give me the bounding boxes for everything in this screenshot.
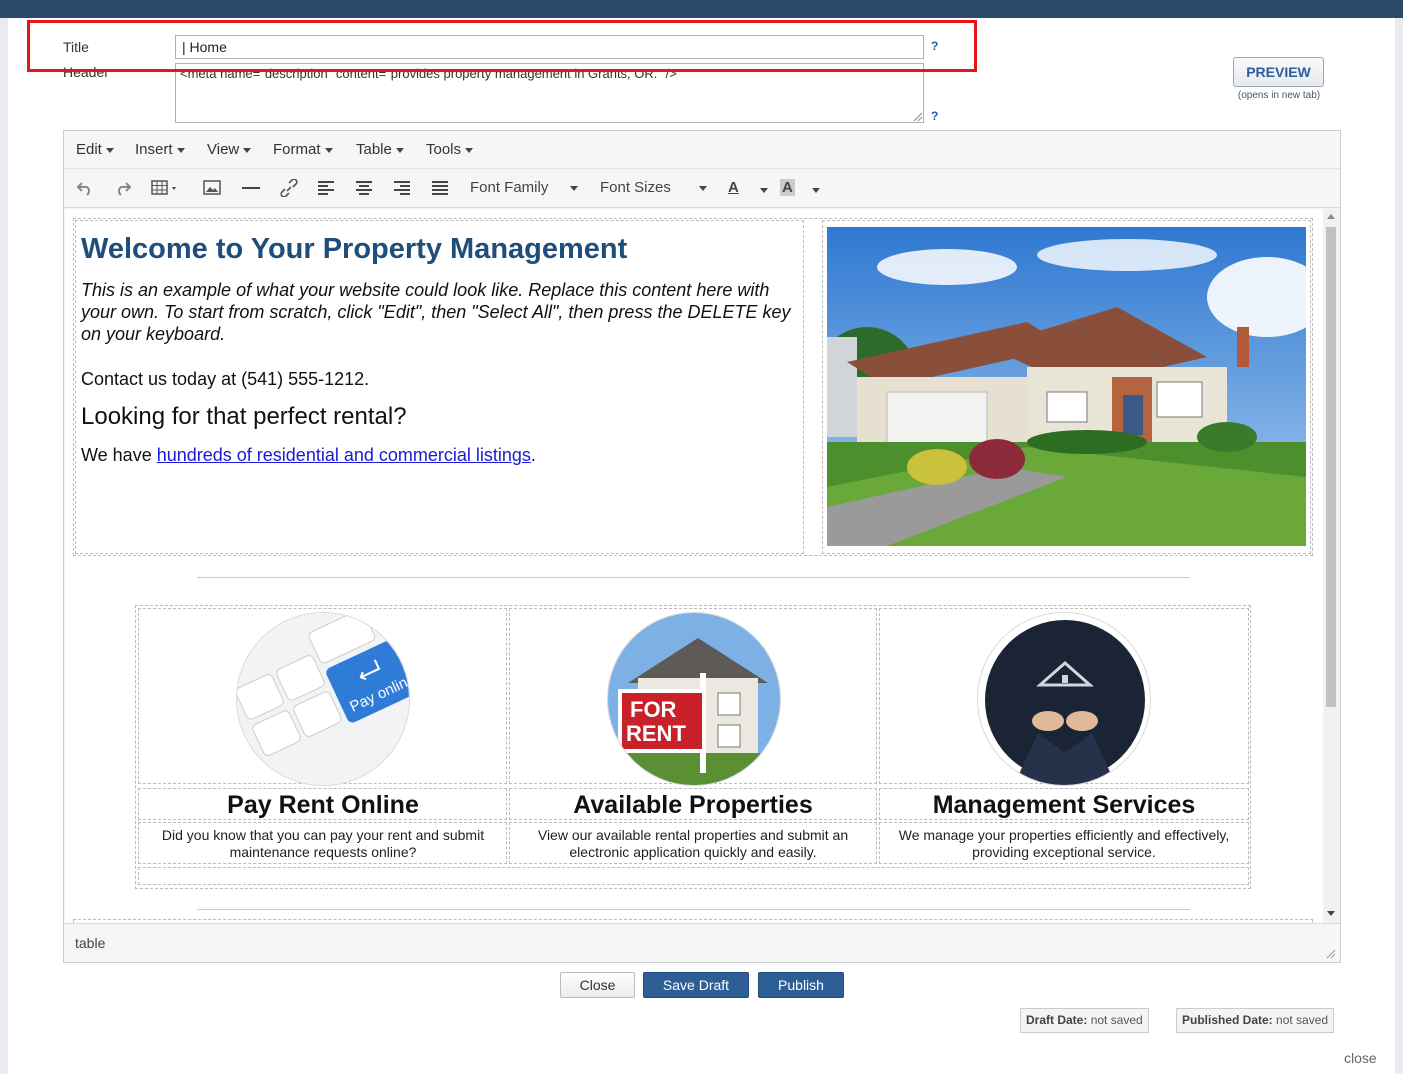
header-help-icon[interactable]: ? — [931, 109, 938, 123]
published-date-label: Published Date: — [1182, 1013, 1273, 1027]
divider-top — [197, 577, 1190, 578]
font-sizes-label: Font Sizes — [600, 179, 671, 196]
menu-edit[interactable]: Edit — [76, 141, 114, 158]
chevron-down-icon — [105, 147, 114, 153]
chevron-down-icon[interactable] — [812, 188, 820, 193]
scroll-down-icon[interactable] — [1327, 911, 1335, 916]
font-sizes-select[interactable]: Font Sizes — [600, 179, 707, 196]
feature-desc-management: We manage your properties efficiently an… — [898, 827, 1230, 860]
chevron-down-icon — [395, 147, 404, 153]
menu-view[interactable]: View — [207, 141, 252, 158]
draft-date-badge: Draft Date: not saved — [1020, 1008, 1149, 1033]
listings-paragraph: We have hundreds of residential and comm… — [81, 445, 536, 466]
title-help-icon[interactable]: ? — [931, 39, 938, 53]
contact-text: Contact us today at (541) 555-1212. — [81, 369, 370, 389]
editor-resize-icon[interactable] — [1326, 949, 1336, 959]
feature-title-management: Management Services — [932, 791, 1196, 819]
header-label: Header — [63, 64, 109, 80]
intro-text-cell: Welcome to Your Property Management This… — [75, 220, 804, 554]
preview-note: (opens in new tab) — [1237, 90, 1321, 101]
image-icon[interactable] — [203, 180, 221, 196]
align-right-icon[interactable] — [393, 180, 411, 196]
preview-button[interactable]: PREVIEW — [1233, 57, 1324, 87]
redo-icon[interactable] — [114, 180, 132, 196]
save-draft-button[interactable]: Save Draft — [643, 972, 749, 998]
link-icon[interactable] — [279, 179, 299, 197]
menu-table-label: Table — [356, 141, 392, 158]
close-button[interactable]: Close — [560, 972, 635, 998]
text-color-button[interactable]: A — [728, 179, 739, 196]
menu-insert[interactable]: Insert — [135, 141, 185, 158]
feature-desc-available: View our available rental properties and… — [537, 827, 849, 860]
chevron-down-icon — [698, 185, 707, 191]
align-center-icon[interactable] — [355, 180, 373, 196]
published-date-badge: Published Date: not saved — [1176, 1008, 1335, 1033]
rich-text-editor: Edit Insert View Format Table Tools Font… — [63, 130, 1341, 963]
svg-text:RENT: RENT — [626, 721, 686, 746]
publish-button[interactable]: Publish — [758, 972, 844, 998]
divider-bottom — [197, 909, 1190, 910]
feature-desc-pay-rent: Did you know that you can pay your rent … — [161, 827, 485, 860]
background-color-button[interactable]: A — [780, 179, 795, 196]
background-color-icon: A — [782, 179, 793, 196]
text-color-icon: A — [728, 179, 739, 196]
house-photo — [827, 227, 1306, 546]
feature-title-available: Available Properties — [573, 791, 813, 819]
menu-insert-label: Insert — [135, 141, 173, 158]
close-link[interactable]: close — [1344, 1050, 1377, 1066]
for-rent-image: FOR RENT — [607, 612, 781, 786]
svg-text:FOR: FOR — [630, 697, 677, 722]
editor-toolbar: Font Family Font Sizes A A — [64, 169, 1340, 208]
hero-image-cell — [822, 220, 1311, 554]
undo-icon[interactable] — [76, 180, 94, 196]
chevron-down-icon — [243, 147, 252, 153]
chevron-down-icon — [176, 147, 185, 153]
published-date-value: not saved — [1276, 1013, 1329, 1027]
features-spacer-row — [138, 867, 1249, 885]
listings-link[interactable]: hundreds of residential and commercial l… — [157, 445, 531, 465]
title-input[interactable] — [175, 35, 924, 59]
chevron-down-icon — [570, 185, 579, 191]
header-textarea[interactable]: <meta name="description" content="provid… — [175, 63, 924, 123]
page-editor-dialog: Title ? Header <meta name="description" … — [0, 0, 1403, 1074]
chevron-down-icon — [465, 147, 474, 153]
menu-tools-label: Tools — [426, 141, 462, 158]
element-path[interactable]: table — [75, 935, 105, 951]
menu-view-label: View — [207, 141, 240, 158]
editor-statusbar: table — [64, 923, 1340, 962]
draft-date-label: Draft Date: — [1026, 1013, 1088, 1027]
editor-content-area[interactable]: Welcome to Your Property Management This… — [65, 209, 1323, 923]
management-services-image — [977, 612, 1151, 786]
listings-prefix: We have — [81, 445, 157, 465]
chevron-down-icon[interactable] — [760, 188, 768, 193]
align-justify-icon[interactable] — [431, 180, 449, 196]
menu-edit-label: Edit — [76, 141, 102, 158]
menu-tools[interactable]: Tools — [426, 141, 474, 158]
editor-scrollbar[interactable] — [1323, 209, 1339, 923]
listings-suffix: . — [530, 445, 536, 465]
menu-format[interactable]: Format — [273, 141, 333, 158]
title-label: Title — [63, 39, 89, 55]
horizontal-rule-icon[interactable] — [241, 180, 261, 196]
welcome-heading: Welcome to Your Property Management — [81, 233, 628, 265]
scrollbar-thumb[interactable] — [1326, 227, 1336, 707]
font-family-select[interactable]: Font Family — [470, 179, 579, 196]
menu-format-label: Format — [273, 141, 321, 158]
align-left-icon[interactable] — [317, 180, 335, 196]
intro-paragraph: This is an example of what your website … — [81, 280, 791, 344]
resize-handle-icon[interactable] — [913, 112, 923, 122]
chevron-down-icon — [324, 147, 333, 153]
rental-subheading: Looking for that perfect rental? — [81, 403, 407, 430]
scroll-up-icon[interactable] — [1327, 214, 1335, 219]
feature-title-pay-rent: Pay Rent Online — [227, 791, 419, 819]
pay-online-image: Pay online — [236, 612, 410, 786]
editor-menubar: Edit Insert View Format Table Tools — [64, 131, 1340, 169]
font-family-label: Font Family — [470, 179, 549, 196]
table-insert-icon[interactable] — [151, 180, 183, 196]
draft-date-value: not saved — [1090, 1013, 1143, 1027]
menu-table[interactable]: Table — [356, 141, 404, 158]
